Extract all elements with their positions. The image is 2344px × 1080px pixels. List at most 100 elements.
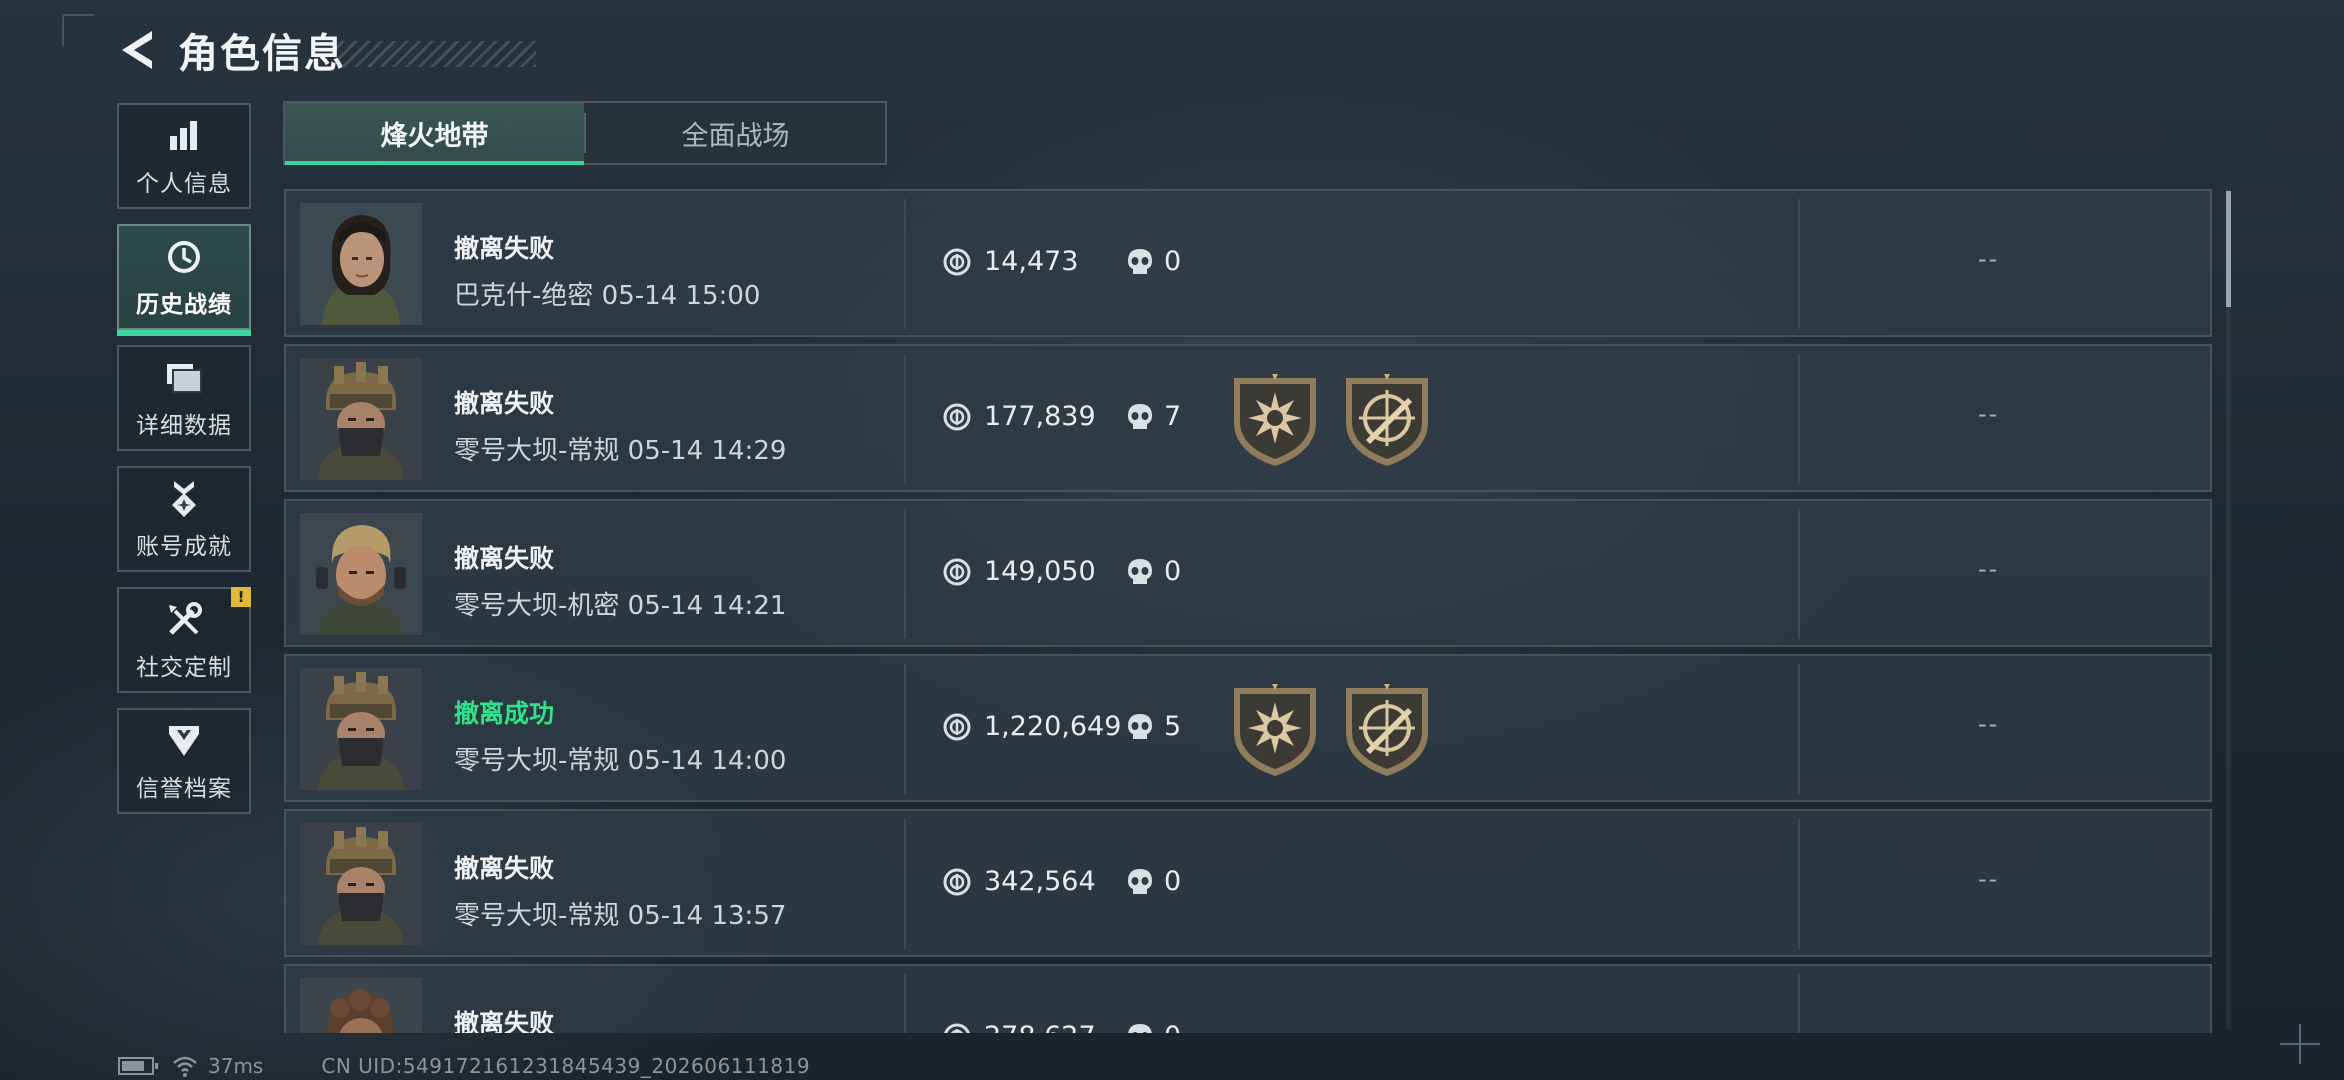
sidebar-item-social-customize[interactable]: 社交定制 ! [117, 587, 251, 693]
skull-icon [1128, 558, 1152, 584]
match-info: 撤离失败 [454, 1004, 554, 1033]
match-row[interactable]: 撤离失败 零号大坝-常规 05-14 13:57 342,564 0 -- [284, 809, 2212, 957]
money-value: 177,839 [984, 401, 1096, 432]
match-row[interactable]: 撤离失败 零号大坝-机密 05-14 14:21 149,050 0 -- [284, 499, 2212, 647]
back-arrow-icon [122, 31, 152, 69]
sidebar-item-match-history[interactable]: 历史战绩 [117, 224, 251, 336]
coin-icon [943, 713, 971, 740]
money-stat: 149,050 [942, 556, 1096, 587]
sidebar-item-label: 信誉档案 [136, 776, 232, 802]
mode-tabs: 烽火地带 全面战场 [283, 101, 887, 165]
match-row[interactable]: 撤离失败 278,627 0 -- [284, 964, 2212, 1033]
kills-value: 0 [1164, 866, 1182, 897]
notification-badge: ! [231, 587, 251, 607]
clock-icon [162, 235, 206, 279]
money-value: 342,564 [984, 866, 1096, 897]
match-row[interactable]: 撤离失败 零号大坝-常规 05-14 14:29 177,839 7 -- [284, 344, 2212, 492]
match-row[interactable]: 撤离成功 零号大坝-常规 05-14 14:00 1,220,649 5 -- [284, 654, 2212, 802]
skull-icon [1128, 248, 1152, 274]
sidebar-item-achievements[interactable]: 账号成就 [117, 466, 251, 572]
match-time: 05-14 13:57 [627, 901, 787, 931]
crosshair-rifle-medal-icon[interactable] [1342, 374, 1432, 468]
page-header: 角色信息 [112, 20, 536, 80]
sidebar-item-label: 账号成就 [136, 534, 232, 560]
column-divider [1798, 509, 1800, 639]
match-history-list[interactable]: 撤离失败 巴克什-绝密 05-14 15:00 14,473 0 -- 撤离失败… [284, 189, 2212, 1033]
sidebar-item-label: 社交定制 [136, 655, 232, 681]
bar-chart-icon [162, 114, 206, 158]
list-scrollbar[interactable] [2226, 189, 2231, 1029]
extra-stat-placeholder: -- [1978, 1020, 1999, 1033]
tab-full-battlefield[interactable]: 全面战场 [586, 103, 885, 163]
match-time: 05-14 14:29 [627, 436, 787, 466]
extra-stat-placeholder: -- [1978, 710, 2000, 738]
match-info: 撤离失败 巴克什-绝密 05-14 15:00 [454, 229, 760, 312]
skull-icon [1128, 713, 1152, 739]
sidebar-item-detailed-data[interactable]: 详细数据 [117, 345, 251, 451]
match-meta: 零号大坝-常规 05-14 14:29 [454, 430, 786, 467]
tools-icon [162, 598, 206, 642]
match-meta: 零号大坝-常规 05-14 13:57 [454, 895, 786, 932]
match-meta: 巴克什-绝密 05-14 15:00 [454, 275, 760, 312]
burst-medal-icon[interactable] [1230, 684, 1320, 778]
kills-value: 7 [1164, 401, 1182, 432]
sidebar: 个人信息 历史战绩 详细数据 账号成就 社交定制 ! 信誉档案 [117, 103, 255, 829]
user-uid: CN UID:549172161231845439_202606111819 [321, 1054, 811, 1078]
money-value: 149,050 [984, 556, 1096, 587]
money-stat: 14,473 [942, 246, 1078, 277]
coin-icon [943, 868, 971, 895]
extraction-status: 撤离失败 [454, 1009, 555, 1033]
match-row[interactable]: 撤离失败 巴克什-绝密 05-14 15:00 14,473 0 -- [284, 189, 2212, 337]
extraction-status: 撤离失败 [454, 234, 555, 263]
sidebar-item-reputation[interactable]: 信誉档案 [117, 708, 251, 814]
back-button[interactable] [112, 26, 160, 74]
tab-beacon-zone[interactable]: 烽火地带 [285, 103, 584, 165]
match-info: 撤离失败 零号大坝-常规 05-14 13:57 [454, 849, 786, 932]
sidebar-item-label: 个人信息 [136, 171, 232, 197]
operator-portrait [300, 358, 422, 480]
match-info: 撤离失败 零号大坝-常规 05-14 14:29 [454, 384, 786, 467]
kills-stat: 7 [1126, 401, 1181, 432]
coin-icon [943, 403, 971, 430]
operator-portrait [300, 668, 422, 790]
column-divider [1798, 199, 1800, 329]
extra-stat-placeholder: -- [1978, 555, 2000, 583]
kills-value: 0 [1164, 1021, 1181, 1033]
money-value: 1,220,649 [984, 711, 1122, 742]
match-meta: 零号大坝-常规 05-14 14:00 [454, 740, 786, 777]
kills-stat: 0 [1126, 246, 1181, 277]
column-divider [904, 819, 906, 949]
sidebar-item-label: 历史战绩 [136, 292, 232, 318]
kills-stat: 0 [1126, 866, 1181, 897]
operator-portrait [300, 823, 422, 945]
map-name: 零号大坝-常规 [454, 436, 620, 466]
wifi-icon [173, 1056, 197, 1077]
column-divider [1798, 819, 1800, 949]
scrollbar-thumb[interactable] [2226, 191, 2231, 307]
money-stat: 342,564 [942, 866, 1096, 897]
match-info: 撤离失败 零号大坝-机密 05-14 14:21 [454, 539, 786, 622]
crosshair-rifle-medal-icon[interactable] [1342, 684, 1432, 778]
shield-chevron-icon [162, 719, 206, 763]
status-footer: 37ms CN UID:549172161231845439_202606111… [118, 1054, 810, 1078]
folder-icon [162, 356, 206, 400]
crosshair-decoration-icon [2280, 1024, 2320, 1064]
match-meta: 零号大坝-机密 05-14 14:21 [454, 585, 786, 622]
operator-portrait [300, 513, 422, 635]
burst-medal-icon[interactable] [1230, 374, 1320, 468]
extra-stat-placeholder: -- [1978, 245, 2000, 273]
sidebar-item-personal-info[interactable]: 个人信息 [117, 103, 251, 209]
column-divider [1798, 974, 1800, 1033]
battery-icon [118, 1057, 158, 1075]
medal-group [1230, 684, 1454, 778]
map-name: 零号大坝-机密 [454, 591, 620, 621]
kills-value: 0 [1164, 556, 1182, 587]
extra-stat-placeholder: -- [1978, 400, 2000, 428]
coin-icon [943, 248, 971, 275]
kills-stat: 5 [1126, 711, 1181, 742]
ping-value: 37ms [208, 1054, 264, 1078]
match-info: 撤离成功 零号大坝-常规 05-14 14:00 [454, 694, 786, 777]
column-divider [904, 509, 906, 639]
kills-stat: 0 [1126, 1021, 1181, 1033]
coin-icon [943, 558, 971, 585]
